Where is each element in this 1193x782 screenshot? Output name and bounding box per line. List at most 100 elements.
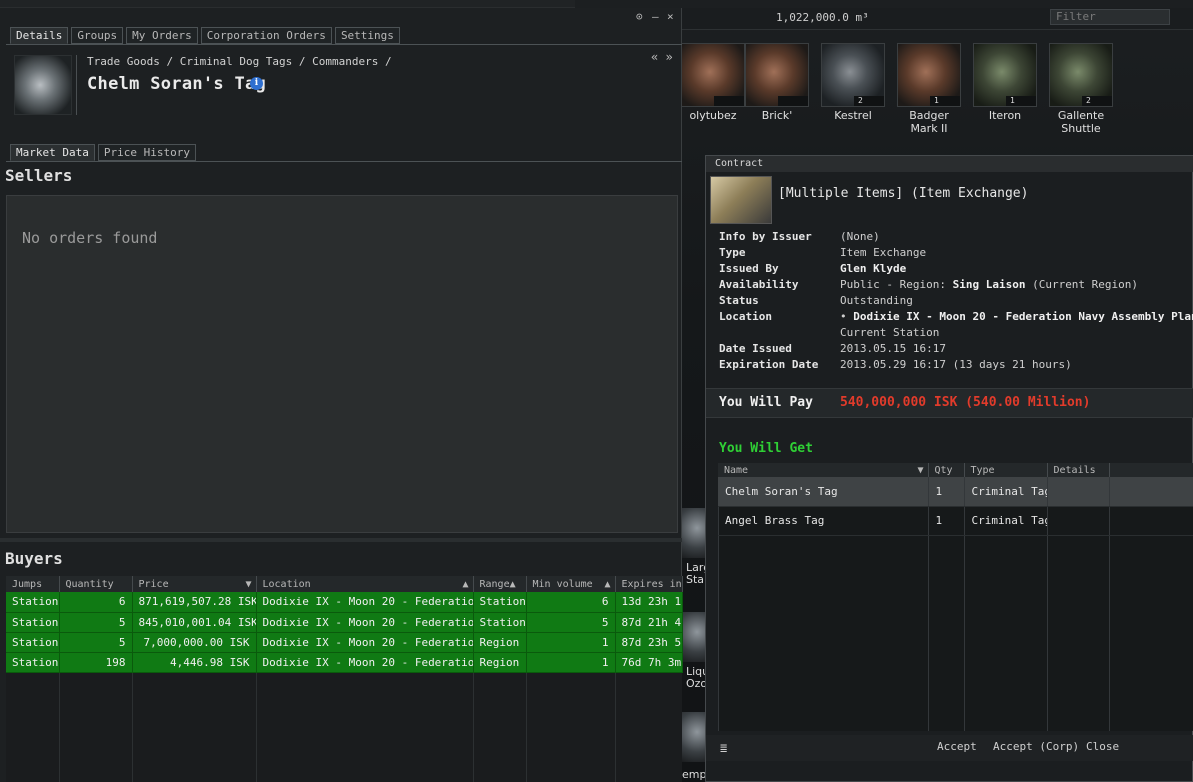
- table-row[interactable]: Station 6 871,619,507.28 ISK Dodixie IX …: [6, 592, 683, 613]
- table-header: Name ▼ Qty Type Details: [718, 463, 1193, 477]
- field-value: Item Exchange: [840, 246, 927, 259]
- column-header[interactable]: Range▲: [473, 576, 527, 592]
- ship-name: Gallente Shuttle: [1057, 109, 1105, 135]
- cell: Station: [6, 612, 60, 633]
- cell: 1: [526, 632, 616, 653]
- table-row[interactable]: Station 5 7,000,000.00 ISK Dodixie IX - …: [6, 632, 683, 653]
- ship-tile[interactable]: 2 Kestrel: [821, 43, 885, 122]
- ship-name: Brick': [761, 109, 793, 122]
- sort-up-icon: ▲: [509, 578, 516, 590]
- column-header[interactable]: Details: [1047, 463, 1110, 477]
- column-header[interactable]: Quantity: [59, 576, 133, 592]
- field-label: Location: [719, 310, 772, 323]
- cell: Dodixie IX - Moon 20 - Federation Na: [256, 592, 474, 613]
- info-icon[interactable]: i: [250, 77, 263, 90]
- pin-button[interactable]: ⊙: [636, 10, 643, 23]
- field-label: Type: [719, 246, 746, 259]
- cell: Dodixie IX - Moon 20 - Federation Na: [256, 652, 474, 673]
- cell: 871,619,507.28 ISK: [132, 592, 257, 613]
- cell: Dodixie IX - Moon 20 - Federation Na: [256, 612, 474, 633]
- cell: 1: [526, 652, 616, 673]
- cell: Station: [473, 592, 527, 613]
- location-link[interactable]: Dodixie IX - Moon 20 - Federation Navy A…: [853, 310, 1193, 323]
- field-value: (None): [840, 230, 880, 243]
- pay-value: 540,000,000 ISK (540.00 Million): [840, 395, 1091, 410]
- cell: 1: [928, 477, 965, 507]
- cell: 5: [526, 612, 616, 633]
- items-table: Name ▼ Qty Type Details Chelm Soran's Tag…: [718, 463, 1193, 536]
- splitter[interactable]: [0, 538, 682, 542]
- table-row[interactable]: Station 5 845,010,001.04 ISK Dodixie IX …: [6, 612, 683, 633]
- column-header[interactable]: Qty: [928, 463, 965, 477]
- ship-tile[interactable]: Brick': [745, 43, 809, 122]
- cell: Station: [6, 592, 60, 613]
- cell: 198: [59, 652, 133, 673]
- close-button[interactable]: ×: [667, 10, 674, 23]
- cell: [1047, 477, 1110, 507]
- tab-settings[interactable]: Settings: [334, 27, 400, 44]
- table-row[interactable]: Station 198 4,446.98 ISK Dodixie IX - Mo…: [6, 652, 683, 673]
- ship-icon: [745, 43, 809, 107]
- sellers-title: Sellers: [5, 166, 73, 185]
- cell: 87d 23h 5: [615, 632, 683, 653]
- ship-name: Badger Mark II: [909, 109, 949, 135]
- nav-arrows[interactable]: « »: [651, 50, 673, 64]
- tab-price-history[interactable]: Price History: [97, 144, 196, 161]
- field-label: Info by Issuer: [719, 230, 812, 243]
- column-header[interactable]: Jumps: [6, 576, 60, 592]
- contract-header[interactable]: Contract: [706, 156, 1193, 172]
- sort-up-icon: ▲: [604, 578, 611, 590]
- accept-corp-button[interactable]: Accept (Corp): [993, 740, 1079, 753]
- ship-icon: 2: [1049, 43, 1113, 107]
- contract-title: [Multiple Items] (Item Exchange): [778, 186, 1029, 201]
- column-header[interactable]: Location ▲: [256, 576, 474, 592]
- buyers-title: Buyers: [5, 549, 63, 568]
- column-header[interactable]: Type: [964, 463, 1048, 477]
- tab-market-data[interactable]: Market Data: [10, 144, 95, 161]
- region-link[interactable]: Sing Laison: [953, 278, 1026, 291]
- cell: [1047, 506, 1110, 536]
- page-title: Chelm Soran's Tag: [87, 74, 267, 94]
- table-header: Jumps Quantity Price ▼ Location ▲ Range▲ M…: [6, 576, 683, 592]
- table-row[interactable]: Chelm Soran's Tag 1 Criminal Tags: [718, 477, 1193, 507]
- minimize-button[interactable]: –: [652, 10, 659, 23]
- field-value: 2013.05.29 16:17 (13 days 21 hours): [840, 358, 1072, 371]
- tab-my-orders[interactable]: My Orders: [126, 27, 198, 44]
- hangar-volume: 1,022,000.0 m³: [776, 11, 869, 24]
- issuer-link[interactable]: Glen Klyde: [840, 262, 906, 275]
- availability-value: Public - Region: Sing Laison (Current Re…: [840, 278, 1139, 291]
- ship-tile[interactable]: 1 Badger Mark II: [897, 43, 961, 135]
- filter-input[interactable]: Filter: [1050, 9, 1170, 25]
- column-header[interactable]: Name ▼: [718, 463, 929, 477]
- ship-tile[interactable]: olytubez: [681, 43, 745, 122]
- tab-groups[interactable]: Groups: [71, 27, 124, 44]
- field-label: Status: [719, 294, 759, 307]
- ship-tile[interactable]: 2 Gallente Shuttle: [1049, 43, 1113, 135]
- accept-button[interactable]: Accept: [937, 740, 977, 753]
- table-row[interactable]: Angel Brass Tag 1 Criminal Tags: [718, 506, 1193, 536]
- cell: Station: [473, 612, 527, 633]
- breadcrumb[interactable]: Trade Goods / Criminal Dog Tags / Comman…: [87, 55, 392, 68]
- ship-name: Iteron: [988, 109, 1022, 122]
- column-header[interactable]: [1109, 463, 1193, 477]
- ship-icon: [681, 43, 745, 107]
- cell: Region: [473, 652, 527, 673]
- cell: Criminal Tags: [964, 506, 1048, 536]
- tab-corporation-orders[interactable]: Corporation Orders: [200, 27, 332, 44]
- cell: 6: [526, 592, 616, 613]
- cell: 6: [59, 592, 133, 613]
- tab-details[interactable]: Details: [10, 27, 69, 44]
- tab-divider: [6, 44, 682, 45]
- close-button[interactable]: Close: [1086, 740, 1119, 753]
- menu-icon[interactable]: ≣: [720, 741, 727, 755]
- ship-name: olytubez: [689, 109, 737, 122]
- market-tabs: Details Groups My Orders Corporation Ord…: [10, 27, 400, 44]
- column-header[interactable]: Expires in: [615, 576, 683, 592]
- item-icon[interactable]: [14, 55, 72, 115]
- cell: Region: [473, 632, 527, 653]
- column-header[interactable]: Min volume ▲: [526, 576, 616, 592]
- column-header[interactable]: Price ▼: [132, 576, 257, 592]
- ship-tile[interactable]: 1 Iteron: [973, 43, 1037, 122]
- divider: [76, 55, 77, 115]
- pay-label: You Will Pay: [719, 395, 813, 410]
